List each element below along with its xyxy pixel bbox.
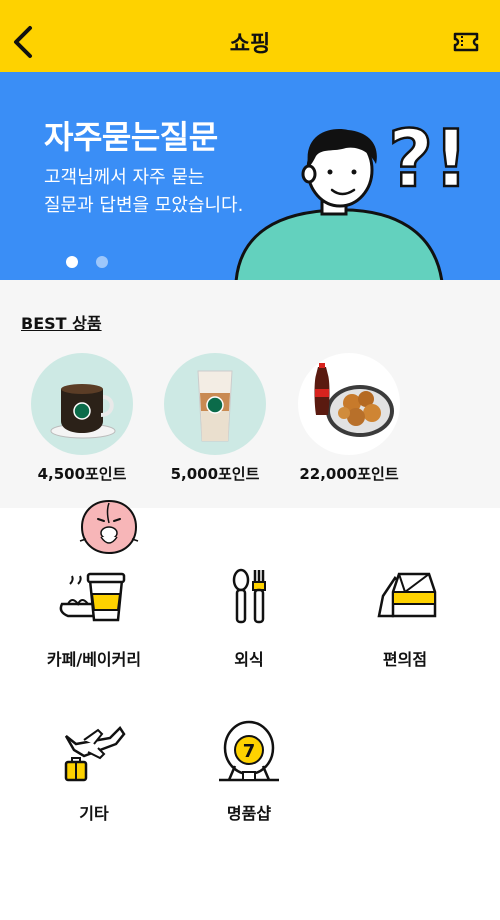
peach-mascot-icon [79,499,139,555]
product-price: 5,000포인트 [170,465,260,483]
product-image [31,353,133,455]
faq-banner[interactable]: 자주묻는질문 고객님께서 자주 묻는 질문과 답변을 모았습니다. ?! [0,72,500,280]
question-person-illustration: ?! [234,114,470,280]
category-convenience-store[interactable]: 편의점 [330,566,480,670]
banner-pagination [66,256,108,268]
app-header: 쇼핑 [0,0,500,72]
dining-icon [232,568,266,624]
luxury-badge-number: 7 [243,741,256,762]
banner-art-text: ?! [388,115,469,205]
category-label: 명품샵 [226,804,272,823]
product-price: 22,000포인트 [299,465,399,483]
banner-dot-2[interactable] [96,256,108,268]
product-image [164,353,266,455]
category-label: 외식 [234,650,264,669]
banner-subtitle-line2: 질문과 답변을 모았습니다. [44,195,244,216]
best-products-section: BEST 상품 4,500포인트 5,000포인트 22,000포인트 [0,280,500,508]
banner-subtitle: 고객님께서 자주 묻는 질문과 답변을 모았습니다. [44,164,243,220]
category-label: 카페/베이커리 [46,650,142,669]
banner-title: 자주묻는질문 [44,118,218,156]
page-title: 쇼핑 [229,32,271,57]
cafe-bakery-icon [59,572,126,622]
category-etc[interactable]: 기타 [19,720,169,824]
best-section-title[interactable]: BEST 상품 [21,310,102,334]
convenience-store-icon [377,572,437,618]
product-chicken-cola[interactable]: 22,000포인트 [284,353,414,484]
category-dining[interactable]: 외식 [174,566,324,670]
product-iced-latte[interactable]: 5,000포인트 [150,353,280,484]
product-hot-coffee[interactable]: 4,500포인트 [17,353,147,484]
category-cafe-bakery[interactable]: 카페/베이커리 [19,566,169,670]
iced-latte-icon [197,370,233,442]
ticket-icon[interactable] [452,30,480,54]
product-image [298,353,400,455]
banner-subtitle-line1: 고객님께서 자주 묻는 [44,167,205,188]
category-label: 편의점 [382,650,428,669]
luxury-icon: 7 [219,720,279,782]
hot-coffee-icon [50,384,116,439]
category-luxury[interactable]: 7 명품샵 [174,720,324,824]
category-label: 기타 [79,804,109,823]
airplane-icon [64,726,126,782]
product-price: 4,500포인트 [37,465,127,483]
banner-dot-1[interactable] [66,256,78,268]
chicken-cola-icon [314,363,394,437]
